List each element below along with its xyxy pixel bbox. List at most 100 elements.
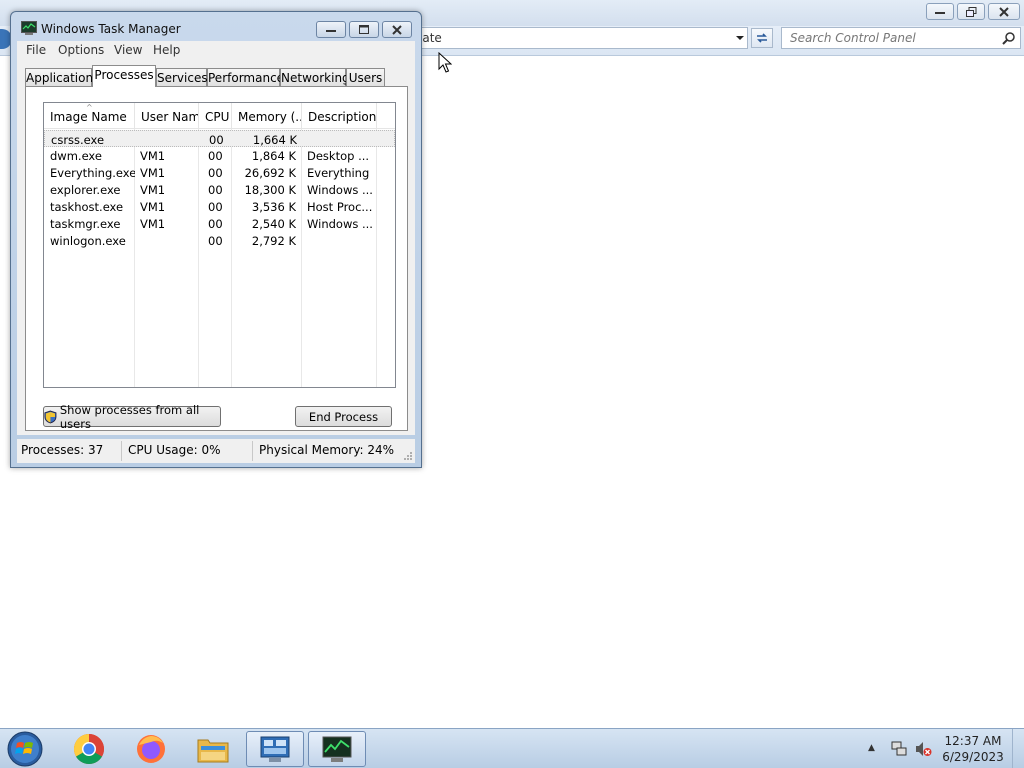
process-image-name: dwm.exe [50,149,102,163]
process-cpu: 00 [209,133,224,147]
taskbar-chrome[interactable] [60,731,118,767]
status-divider [121,441,122,461]
tab-users[interactable]: Users [346,68,385,86]
process-user-name: VM1 [140,166,166,180]
process-user-name: VM1 [140,217,166,231]
close-icon [999,6,1009,17]
status-divider [252,441,253,461]
show-desktop-button[interactable] [1012,729,1024,768]
clock-date[interactable]: 6/29/2023 [938,750,1008,764]
process-image-name: explorer.exe [50,183,121,197]
process-cpu: 00 [208,234,223,248]
tab-applications[interactable]: Applications [25,68,99,86]
restore-icon [965,6,976,17]
status-process-count: Processes: 37 [21,443,104,457]
show-all-processes-button[interactable]: Show processes from all users [43,403,221,431]
table-row[interactable]: dwm.exe VM1 00 1,864 K Desktop ... [44,147,395,164]
column-header-filler [377,103,395,128]
process-user-name: VM1 [140,149,166,163]
table-row[interactable]: taskmgr.exe VM1 00 2,540 K Windows ... [44,215,395,232]
table-row[interactable]: winlogon.exe 00 2,792 K [44,232,395,249]
taskbar-file-explorer[interactable] [184,731,242,767]
clock-time[interactable]: 12:37 AM [938,734,1008,748]
address-bar[interactable]: late [400,27,748,49]
chevron-down-icon[interactable] [735,33,745,43]
table-row[interactable]: csrss.exe 00 1,664 K [44,130,395,147]
start-button-icon[interactable] [6,730,44,768]
status-cpu-usage: CPU Usage: 0% [128,443,221,457]
control-panel-icon [260,736,290,762]
process-description: Windows ... [307,217,373,231]
show-all-processes-label: Show processes from all users [59,402,200,431]
refresh-icon [757,33,767,43]
resize-grip-icon[interactable] [403,451,413,461]
process-cpu: 00 [208,166,223,180]
restore-button[interactable] [957,3,985,20]
process-description: Desktop ... [307,149,370,163]
table-row[interactable]: explorer.exe VM1 00 18,300 K Windows ... [44,181,395,198]
search-placeholder: Search Control Panel [790,31,916,45]
file-explorer-icon [197,739,229,763]
process-cpu: 00 [208,217,223,231]
tab-processes[interactable]: Processes [92,65,156,87]
process-image-name: winlogon.exe [50,234,126,248]
task-manager-body: Applications Processes Services Performa… [17,60,415,435]
refresh-button[interactable] [751,28,773,48]
network-icon[interactable] [890,740,908,758]
menu-options[interactable]: Options [58,43,104,57]
process-cpu: 00 [208,183,223,197]
process-user-name: VM1 [140,183,166,197]
taskbar-control-panel[interactable] [246,731,304,767]
tab-networking[interactable]: Networking [280,68,350,86]
process-cpu: 00 [208,149,223,163]
process-memory: 1,664 K [252,133,297,147]
task-manager-window: Windows Task Manager File Options View H… [10,11,422,468]
minimize-icon [935,11,945,14]
menu-help[interactable]: Help [153,43,180,57]
address-text: late [419,31,442,45]
process-image-name: Everything.exe [50,166,135,180]
table-row[interactable]: Everything.exe VM1 00 26,692 K Everything [44,164,395,181]
task-manager-icon [21,21,37,35]
minimize-button[interactable] [926,3,954,20]
column-header-memory[interactable]: Memory (... [232,103,302,128]
column-header-description[interactable]: Description [302,103,377,128]
uac-shield-icon [44,410,57,423]
tab-performance[interactable]: Performance [207,68,284,86]
sort-ascending-icon: ^ [86,103,93,112]
process-list[interactable]: Image Name ^ User Name CPU Memory (... D… [43,102,396,388]
process-memory: 1,864 K [251,149,296,163]
taskbar-task-manager[interactable] [308,731,366,767]
search-box[interactable]: Search Control Panel [781,27,1021,49]
table-row[interactable]: taskhost.exe VM1 00 3,536 K Host Proc... [44,198,395,215]
end-process-button[interactable]: End Process [295,406,392,427]
taskbar: ▲ 12:37 AM 6/29/2023 [0,728,1024,768]
process-cpu: 00 [208,200,223,214]
list-header: Image Name ^ User Name CPU Memory (... D… [44,103,395,129]
minimize-button[interactable] [316,21,346,38]
close-icon [392,24,402,35]
firefox-icon [137,735,165,763]
menu-file[interactable]: File [26,43,46,57]
mouse-cursor-icon [438,52,452,73]
taskbar-firefox[interactable] [122,731,180,767]
maximize-button[interactable] [349,21,379,38]
processes-panel: Image Name ^ User Name CPU Memory (... D… [25,86,408,431]
status-bar: Processes: 37 CPU Usage: 0% Physical Mem… [17,439,415,463]
close-button[interactable] [988,3,1020,20]
menu-view[interactable]: View [114,43,142,57]
status-physical-memory: Physical Memory: 24% [259,443,395,457]
close-button[interactable] [382,21,412,38]
show-hidden-icons-icon[interactable]: ▲ [868,743,875,753]
process-image-name: taskhost.exe [50,200,124,214]
process-description: Everything [307,166,370,180]
process-memory: 18,300 K [244,183,296,197]
menu-bar: File Options View Help [17,41,415,60]
process-description: Host Proc... [307,200,373,214]
volume-muted-icon[interactable] [914,740,932,758]
search-icon[interactable] [1002,31,1016,45]
column-header-cpu[interactable]: CPU [199,103,232,128]
column-header-user-name[interactable]: User Name [135,103,199,128]
maximize-icon [359,25,369,34]
tab-services[interactable]: Services [156,68,208,86]
